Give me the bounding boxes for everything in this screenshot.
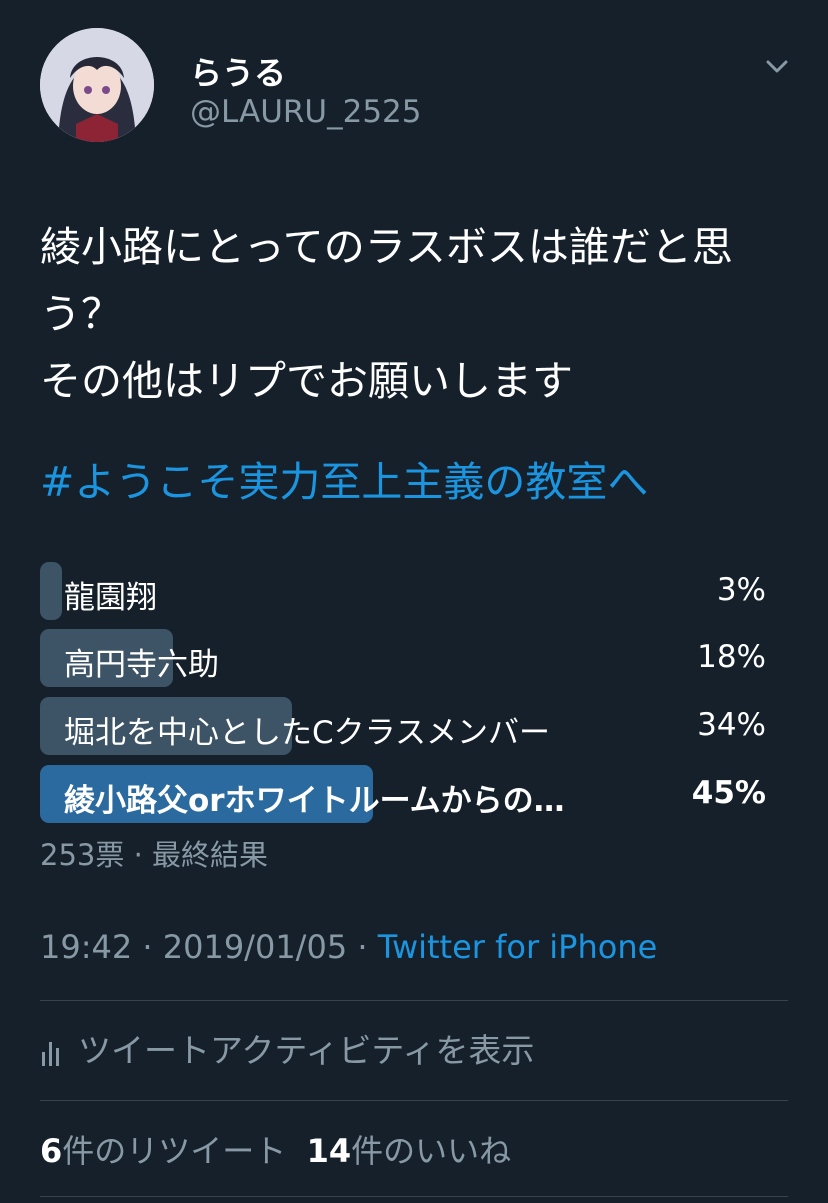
poll-option-percent: 3% [716,572,766,608]
divider [40,1196,788,1197]
poll-option-label: 龍園翔 [64,580,157,616]
retweets-label: 件のリツイート [62,1132,287,1170]
poll-option-winner: 綾小路父orホワイトルームからの… 45% [40,765,766,823]
user-handle[interactable]: @LAURU_2525 [190,94,422,130]
retweets-count: 6 [40,1132,63,1170]
poll-option-percent: 34% [697,707,766,743]
likes-count: 14 [306,1132,352,1170]
poll-option: 龍園翔 3% [40,562,766,620]
divider [40,1000,788,1001]
retweets-link[interactable]: 6件のリツイート [40,1132,286,1170]
analytics-bars-icon [42,1042,59,1066]
poll-option: 堀北を中心としたCクラスメンバー 34% [40,697,766,755]
poll-option: 高円寺六助 18% [40,629,766,687]
tweet-text: 綾小路にとってのラスボスは誰だと思う？ その他はリプでお願いします [40,223,733,405]
poll-bar [40,562,63,620]
poll-option-percent: 18% [697,639,766,675]
tweet-activity-link[interactable]: ツイートアクティビティを表示 [40,1024,534,1072]
avatar-image [40,28,154,142]
tweet-activity-label: ツイートアクティビティを表示 [78,1031,535,1070]
likes-link[interactable]: 14件のいいね [307,1132,512,1170]
user-name[interactable]: らうる [190,48,286,94]
poll-option-percent: 45% [691,775,766,811]
source-link[interactable]: Twitter for iPhone [378,928,658,966]
avatar[interactable] [40,28,154,142]
tweet-timestamp: 19:42 · 2019/01/05 · Twitter for iPhone [40,928,657,966]
poll-option-label: 高円寺六助 [64,647,219,683]
tweet-stats: 6件のリツイート 14件のいいね [40,1126,511,1172]
hashtag-link[interactable]: #ようこそ実力至上主義の教室へ [40,448,648,508]
divider [40,1100,788,1101]
poll-option-label: 綾小路父orホワイトルームからの… [64,783,565,819]
timestamp-text: 19:42 · 2019/01/05 · [40,928,378,966]
poll-meta: 253票 · 最終結果 [40,838,269,872]
chevron-down-icon[interactable] [760,50,794,84]
likes-label: 件のいいね [351,1132,512,1170]
poll-option-label: 堀北を中心としたCクラスメンバー [64,715,551,751]
